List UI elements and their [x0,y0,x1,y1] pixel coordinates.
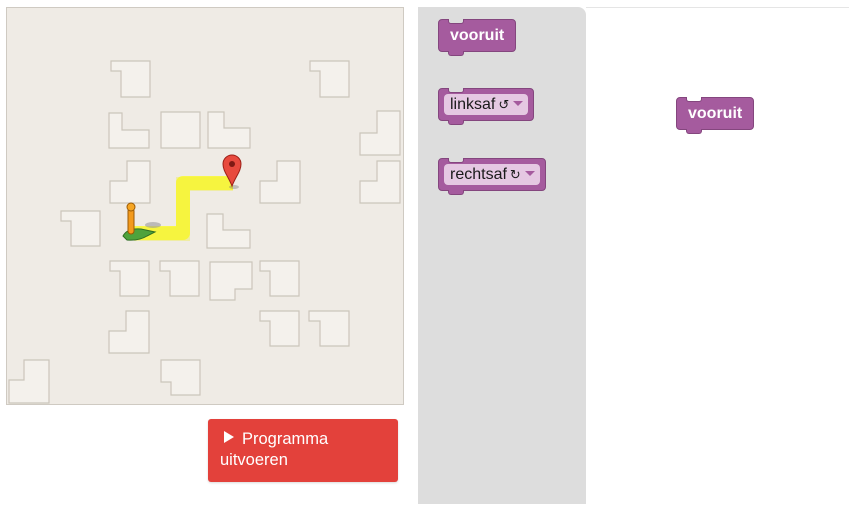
toolbox-block-turn-right[interactable]: rechtsaf ↻ [438,158,546,195]
maze-tile [259,260,300,297]
maze-tiles [8,60,401,404]
maze-tile [308,310,350,347]
maze-tile [109,160,151,204]
maze-tile [108,310,150,354]
rotate-left-icon: ↺ [498,97,510,112]
maze-tile [8,359,50,404]
dropdown-label: linksaf [450,96,496,113]
maze-tile [109,260,150,297]
program-workspace[interactable]: vooruit [586,7,849,505]
maze-tile [309,60,350,98]
maze-tile [207,111,251,149]
play-icon [224,431,234,443]
maze-tile [206,213,251,249]
maze-tile [160,111,201,149]
turn-direction-dropdown[interactable]: linksaf ↺ [444,94,529,115]
maze-tile [359,110,401,156]
turn-direction-dropdown[interactable]: rechtsaf ↻ [444,164,540,185]
dropdown-label: rechtsaf [450,166,507,183]
chevron-down-icon [513,101,524,106]
chevron-down-icon [524,171,535,176]
block-label: vooruit [450,27,505,44]
maze-view [6,7,404,405]
toolbox-block-forward[interactable]: vooruit [438,19,517,56]
maze-tile [160,359,201,396]
maze-tile [209,261,253,301]
run-program-button[interactable]: Programma uitvoeren [208,419,398,482]
maze-tile [108,112,150,149]
toolbox-block-turn-left[interactable]: linksaf ↺ [438,88,535,125]
rotate-right-icon: ↻ [509,167,521,182]
workspace-block-forward[interactable]: vooruit [676,97,755,134]
maze-tile [259,160,301,204]
maze-tile [159,260,200,297]
block-label: vooruit [688,105,743,122]
maze-tile [259,310,300,347]
maze-map [8,60,401,404]
maze-tile [110,60,151,98]
run-button-label: Programma uitvoeren [220,430,329,469]
block-toolbox: vooruit linksaf ↺ rechtsaf ↻ [418,7,586,504]
maze-tile [359,160,401,204]
maze-tile [60,210,101,247]
